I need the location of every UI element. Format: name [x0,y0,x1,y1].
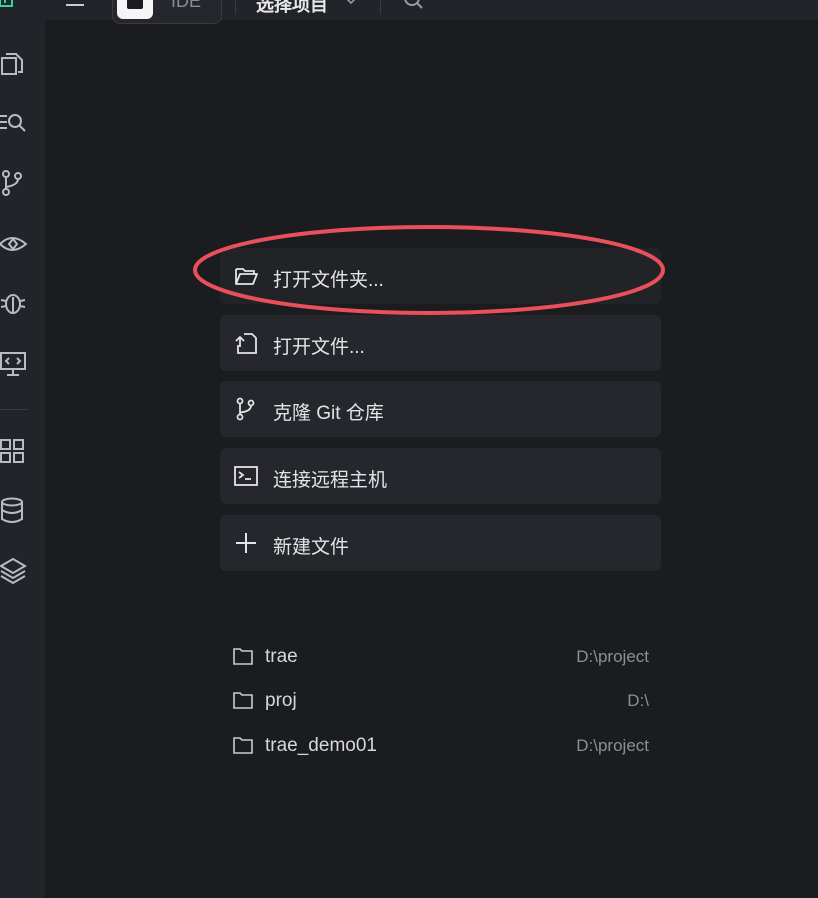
recent-project-path: D:\project [576,736,649,755]
folder-icon [233,648,253,665]
search-replace-icon[interactable] [0,109,28,137]
git-branch-icon [236,397,255,421]
recent-project-path: D:\project [576,647,649,666]
database-icon[interactable] [0,497,28,525]
clone-git-repo-label: 克隆 Git 仓库 [273,403,384,424]
app-logo-icon [0,0,13,7]
ide-mode-switch[interactable]: IDE [112,0,222,24]
recent-project-name: proj [265,690,297,711]
ide-logo-icon [117,0,153,19]
new-file-label: 新建文件 [273,537,350,558]
open-file-label: 打开文件... [273,337,365,358]
hamburger-menu-icon[interactable] [64,0,86,14]
recent-project-name: trae_demo01 [265,735,377,756]
chevron-down-icon[interactable] [344,0,358,8]
open-file-button[interactable]: 打开文件... [220,315,661,371]
extensions-icon[interactable] [0,437,28,465]
open-folder-label: 打开文件夹... [273,270,384,291]
new-file-button[interactable]: 新建文件 [220,515,661,571]
terminal-icon [234,466,258,486]
remote-explorer-icon[interactable] [0,350,28,378]
search-icon[interactable] [402,0,424,12]
plus-icon [236,533,256,553]
connect-remote-host-label: 连接远程主机 [273,470,388,491]
recent-project-item[interactable]: proj D:\ [233,688,649,718]
recent-project-item[interactable]: trae D:\project [233,644,649,674]
ide-mode-label: IDE [171,0,202,11]
open-folder-button[interactable]: 打开文件夹... [220,248,661,304]
preview-icon[interactable] [0,230,28,258]
files-icon[interactable] [0,50,28,78]
divider [235,0,236,14]
debug-icon[interactable] [0,289,28,317]
sidebar-divider [0,409,28,410]
source-control-icon[interactable] [0,169,28,197]
recent-project-path: D:\ [627,691,649,710]
layers-icon[interactable] [0,557,28,585]
clone-git-repo-button[interactable]: 克隆 Git 仓库 [220,381,661,437]
recent-project-item[interactable]: trae_demo01 D:\project [233,733,649,763]
divider [380,0,381,14]
folder-icon [233,737,253,754]
connect-remote-host-button[interactable]: 连接远程主机 [220,448,661,504]
folder-icon [233,692,253,709]
file-open-icon [235,333,257,354]
project-select[interactable]: 选择项目 [256,0,328,17]
recent-project-name: trae [265,646,298,667]
folder-open-icon [235,268,258,285]
